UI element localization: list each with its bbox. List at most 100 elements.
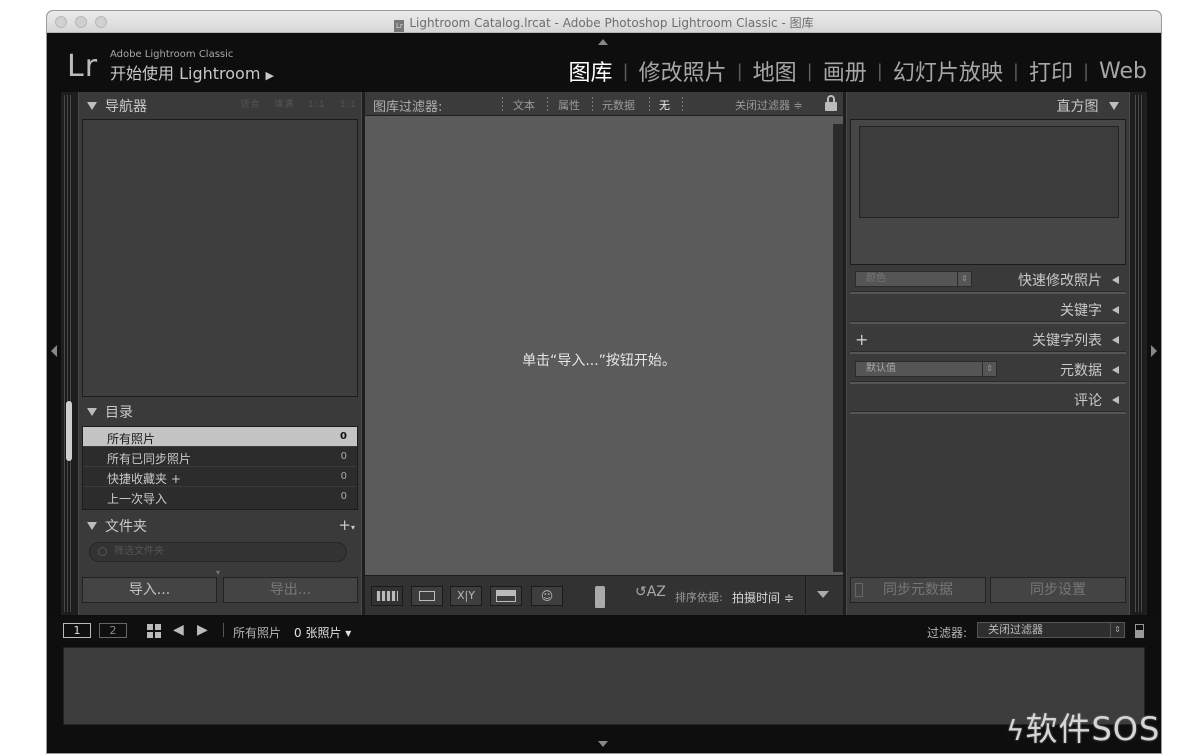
panel-resize-chevron-icon[interactable]: ▾	[216, 568, 220, 577]
folder-search-input[interactable]: 筛选文件夹	[89, 542, 347, 562]
sort-direction-az-icon[interactable]: ↺AZ	[635, 584, 666, 600]
catalog-item-all-synced[interactable]: 所有已同步照片 0	[83, 447, 357, 467]
lock-icon[interactable]	[825, 95, 837, 111]
add-keyword-plus-icon[interactable]: +	[855, 330, 868, 349]
filter-lock-switch-icon[interactable]	[1135, 624, 1144, 638]
grid-mode-icon[interactable]	[147, 624, 161, 638]
collapse-right-panel-icon[interactable]	[1151, 345, 1157, 357]
comments-title: 评论	[1074, 393, 1102, 409]
grid-scrollbar[interactable]	[833, 124, 843, 572]
sync-metadata-button[interactable]: 同步元数据	[850, 577, 986, 603]
play-arrow-icon: ▶	[265, 69, 274, 82]
zoom-fill[interactable]: 填满	[274, 100, 294, 110]
module-develop[interactable]: 修改照片	[629, 55, 737, 87]
metadata-preset-select[interactable]: 默认值 ⇕	[855, 361, 997, 377]
zoom-fit[interactable]: 适合	[240, 100, 260, 110]
filter-attribute-tab[interactable]: 属性	[558, 97, 580, 113]
filmstrip-filter-select[interactable]: 关闭过滤器 ⇕	[977, 622, 1125, 638]
export-button[interactable]: 导出...	[223, 577, 358, 603]
keyword-list-header[interactable]: 关键字列表	[1032, 330, 1119, 350]
module-library[interactable]: 图库	[558, 55, 622, 87]
metadata-preset-value: 默认值	[866, 363, 896, 374]
app-window: Lr Lightroom Catalog.lrcat - Adobe Photos…	[47, 11, 1161, 753]
sync-metadata-label: 同步元数据	[883, 582, 953, 598]
expand-triangle-icon	[87, 408, 97, 416]
folders-title: 文件夹	[105, 519, 147, 535]
module-slideshow[interactable]: 幻灯片放映	[883, 55, 1013, 87]
module-book[interactable]: 画册	[813, 55, 877, 87]
zoom-3-1[interactable]: 3:1	[340, 100, 357, 110]
panel-separator	[850, 351, 1126, 354]
collapse-triangle-icon	[1112, 366, 1119, 374]
auto-sync-switch-icon[interactable]	[855, 583, 863, 597]
filter-metadata-tab[interactable]: 元数据	[602, 97, 635, 113]
filmstrip-photo-count[interactable]: 0 张照片 ▾	[294, 624, 351, 641]
spinner-icon: ⇕	[957, 271, 971, 287]
toolbar-options-chevron-icon[interactable]	[817, 591, 829, 598]
add-folder-plus-icon[interactable]: +▾	[338, 516, 355, 534]
keyword-list-title: 关键字列表	[1032, 333, 1102, 349]
quick-develop-preset-select[interactable]: 颜色 ⇕	[855, 271, 972, 287]
module-map[interactable]: 地图	[743, 55, 807, 87]
filter-preset-select[interactable]: 关闭过滤器 ≑	[735, 97, 803, 113]
navigator-header[interactable]: 导航器	[87, 96, 147, 116]
catalog-item-all-photographs[interactable]: 所有照片 0	[83, 427, 357, 447]
getting-started-label: 开始使用 Lightroom	[110, 64, 261, 83]
sync-settings-button[interactable]: 同步设置	[990, 577, 1126, 603]
module-picker: 图库 | 修改照片 | 地图 | 画册 | 幻灯片放映 | 打印 | Web	[558, 55, 1147, 87]
left-panel-scrollbar-thumb[interactable]	[66, 401, 72, 461]
forward-arrow-icon[interactable]: ▶	[197, 622, 208, 638]
survey-view-icon[interactable]	[490, 586, 522, 606]
catalog-item-label: 所有已同步照片	[107, 452, 192, 466]
people-view-icon[interactable]: ☺	[531, 586, 563, 606]
quick-develop-header[interactable]: 快速修改照片	[1018, 270, 1119, 290]
window-title: Lr Lightroom Catalog.lrcat - Adobe Photos…	[47, 14, 1161, 32]
filmstrip-source-label[interactable]: 所有照片	[233, 624, 281, 641]
module-web[interactable]: Web	[1089, 59, 1147, 84]
expand-triangle-icon	[87, 102, 97, 110]
filter-divider	[592, 97, 593, 111]
catalog-list: 所有照片 0 所有已同步照片 0 快捷收藏夹 + 0 上一次导入 0	[82, 426, 358, 510]
painter-spray-can-icon[interactable]	[595, 586, 605, 608]
catalog-item-count: 0	[340, 451, 347, 462]
panel-separator	[850, 381, 1126, 384]
zoom-1-1[interactable]: 1:1	[308, 100, 325, 110]
histogram-header[interactable]: 直方图	[1057, 96, 1119, 116]
navigator-zoom-options: 适合 填满 1:1 3:1	[230, 97, 357, 110]
catalog-item-quick-collection[interactable]: 快捷收藏夹 + 0	[83, 467, 357, 487]
library-toolbar: X|Y ☺ ↺AZ 排序依据: 拍摄时间 ≑	[365, 575, 843, 616]
loupe-view-icon[interactable]	[411, 586, 443, 606]
catalog-header[interactable]: 目录	[87, 402, 133, 422]
sort-order-select[interactable]: 拍摄时间 ≑	[732, 589, 794, 606]
collapse-triangle-icon	[1112, 396, 1119, 404]
panel-separator	[850, 291, 1126, 294]
back-arrow-icon[interactable]: ◀	[173, 622, 184, 638]
collapse-top-panel-icon[interactable]	[598, 39, 608, 45]
compare-view-icon[interactable]: X|Y	[450, 586, 482, 606]
import-button[interactable]: 导入...	[82, 577, 217, 603]
catalog-item-count: 0	[340, 491, 347, 502]
panel-separator	[850, 321, 1126, 324]
catalog-item-previous-import[interactable]: 上一次导入 0	[83, 487, 357, 507]
main-window-button[interactable]: 1	[63, 623, 91, 638]
search-icon	[98, 547, 107, 556]
collapse-left-panel-icon[interactable]	[51, 345, 57, 357]
filter-none-tab[interactable]: 无	[659, 97, 670, 113]
keywording-header[interactable]: 关键字	[1060, 300, 1119, 320]
folders-header[interactable]: 文件夹	[87, 516, 147, 536]
metadata-header[interactable]: 元数据	[1060, 360, 1119, 380]
left-panel-scroll-grip	[64, 95, 72, 612]
histogram-graph	[859, 126, 1119, 218]
grid-view-icon[interactable]	[371, 586, 403, 606]
expand-triangle-icon	[87, 522, 97, 530]
filter-text-tab[interactable]: 文本	[513, 97, 535, 113]
comments-header[interactable]: 评论	[1074, 390, 1119, 410]
right-panel-scroll-grip	[1135, 95, 1143, 612]
keywording-title: 关键字	[1060, 303, 1102, 319]
collapse-bottom-panel-icon[interactable]	[598, 741, 608, 747]
module-print[interactable]: 打印	[1019, 55, 1083, 87]
secondary-window-button[interactable]: 2	[99, 623, 127, 638]
getting-started-link[interactable]: 开始使用 Lightroom ▶	[110, 60, 274, 84]
library-filter-title: 图库过滤器:	[373, 100, 443, 115]
catalog-item-label: 快捷收藏夹 +	[107, 472, 181, 486]
